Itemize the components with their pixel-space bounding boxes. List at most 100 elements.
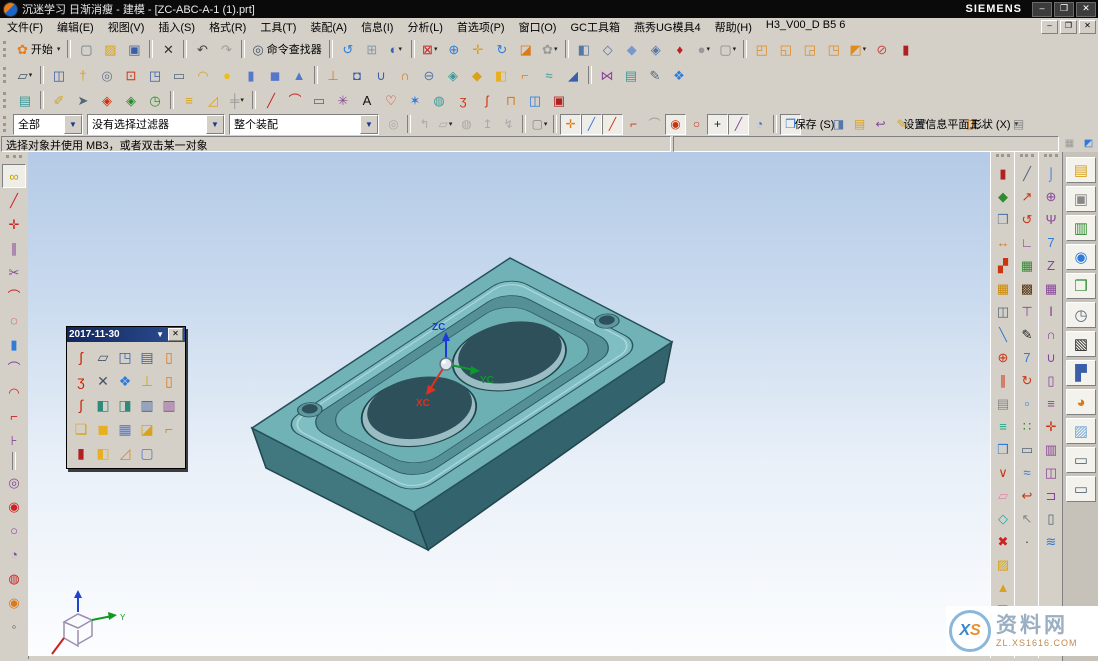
cylinder-tool-button[interactable]: ▮ bbox=[2, 332, 26, 356]
arc-tool-button[interactable]: ⌒ bbox=[2, 284, 26, 308]
modeling-tool-button[interactable]: ↔ bbox=[992, 231, 1015, 254]
unite-button[interactable]: ∪ bbox=[369, 63, 393, 87]
modeling-tool-button[interactable]: ▮ bbox=[992, 162, 1015, 185]
modeling-tool-button[interactable]: ▨ bbox=[992, 553, 1015, 576]
datum-plane-button[interactable]: ◫ bbox=[47, 63, 71, 87]
wave-button[interactable]: ▤ bbox=[849, 114, 870, 135]
transform-tool-button[interactable]: ↻ bbox=[1016, 369, 1039, 392]
drafting-tool-button[interactable]: ▦ bbox=[1040, 277, 1063, 300]
section-curve-button[interactable]: ⊓ bbox=[499, 88, 523, 112]
menu-item[interactable]: GC工具箱 bbox=[563, 18, 627, 36]
transform-tool-button[interactable]: ▭ bbox=[1016, 438, 1039, 461]
snapshot-button[interactable]: ✿▾ bbox=[538, 37, 562, 61]
materials-button[interactable]: ▧ bbox=[1066, 331, 1096, 357]
transform-tool-button[interactable]: ≈ bbox=[1016, 461, 1039, 484]
circle-dot-button[interactable]: ◉ bbox=[2, 590, 26, 614]
panel-tool-button[interactable]: ʒ bbox=[69, 369, 93, 393]
modeling-tool-button[interactable]: ◫ bbox=[992, 300, 1015, 323]
polygon-button[interactable]: ✳ bbox=[331, 88, 355, 112]
transform-tool-button[interactable]: ⊤ bbox=[1016, 300, 1039, 323]
edge-blend-button[interactable]: ≈ bbox=[537, 63, 561, 87]
chevron-down-icon[interactable]: ▼ bbox=[360, 115, 378, 134]
midpoint-snap-button[interactable]: ╱ bbox=[602, 114, 623, 135]
transform-tool-button[interactable]: ↩ bbox=[1016, 484, 1039, 507]
background-button[interactable]: ▢▾ bbox=[716, 37, 740, 61]
modeling-tool-button[interactable]: ◆ bbox=[992, 185, 1015, 208]
law-curve-button[interactable]: ♡ bbox=[379, 88, 403, 112]
transform-tool-button[interactable]: ↖ bbox=[1016, 507, 1039, 530]
drafting-tool-button[interactable]: ⊐ bbox=[1040, 484, 1063, 507]
block-button[interactable]: ◼ bbox=[263, 63, 287, 87]
cone-button[interactable]: ▲ bbox=[287, 63, 311, 87]
panel-tool-button[interactable]: ʃ bbox=[69, 345, 93, 369]
arc-button[interactable]: ⌒ bbox=[283, 88, 307, 112]
delete-face-button[interactable]: ⊘ bbox=[870, 37, 894, 61]
intersection-snap-button[interactable]: ⌒ bbox=[644, 114, 665, 135]
refresh-view-button[interactable]: ↺ bbox=[336, 37, 360, 61]
panel-tool-button[interactable]: ◼ bbox=[91, 417, 115, 441]
datum-block-button[interactable]: ▮ bbox=[894, 37, 918, 61]
menu-item[interactable]: 工具(T) bbox=[253, 18, 303, 36]
assembly-load-button[interactable]: ◨ bbox=[828, 114, 849, 135]
panel-tool-button[interactable]: ▢ bbox=[135, 441, 159, 465]
panel-tool-button[interactable]: ✕ bbox=[91, 369, 115, 393]
wave-link-button[interactable]: ◈ bbox=[441, 63, 465, 87]
panel-tool-button[interactable]: ▥ bbox=[135, 393, 159, 417]
new-file-button[interactable]: ▢ bbox=[74, 37, 98, 61]
sweep-button[interactable]: ◆ bbox=[465, 63, 489, 87]
transform-tool-button[interactable]: ✎ bbox=[1016, 323, 1039, 346]
toolbar-options-button[interactable]: ▤ bbox=[1008, 114, 1029, 135]
menu-item[interactable]: 视图(V) bbox=[101, 18, 152, 36]
modeling-tool-button[interactable]: ▱ bbox=[992, 484, 1015, 507]
menu-item[interactable]: 分析(L) bbox=[400, 18, 449, 36]
section-view-button[interactable]: ♦ bbox=[668, 37, 692, 61]
text-button[interactable]: A bbox=[355, 88, 379, 112]
existing-point-snap-button[interactable]: + bbox=[707, 114, 728, 135]
drafting-tool-button[interactable]: Ψ bbox=[1040, 208, 1063, 231]
transform-tool-button[interactable]: ↗ bbox=[1016, 185, 1039, 208]
boss-button[interactable]: ⊥ bbox=[321, 63, 345, 87]
drafting-tool-button[interactable]: ⌡ bbox=[1040, 162, 1063, 185]
menu-item[interactable]: 燕秀UG模具4 bbox=[627, 18, 708, 36]
part-navigator-button[interactable]: ▤ bbox=[13, 88, 37, 112]
transform-tool-button[interactable]: ↺ bbox=[1016, 208, 1039, 231]
endpoint-snap-button[interactable]: ╱ bbox=[581, 114, 602, 135]
drafting-tool-button[interactable]: ◫ bbox=[1040, 461, 1063, 484]
reselect-button[interactable]: ↰ bbox=[414, 114, 435, 135]
window-layout-b-button[interactable]: ▭ bbox=[1066, 476, 1096, 502]
menu-item[interactable]: 信息(I) bbox=[354, 18, 400, 36]
extrude-button[interactable]: ◳ bbox=[143, 63, 167, 87]
drafting-tool-button[interactable]: Ⅰ bbox=[1040, 300, 1063, 323]
floating-panel-titlebar[interactable]: 2017-11-30 ▼ ✕ bbox=[67, 327, 185, 342]
chevron-down-icon[interactable]: ▼ bbox=[156, 330, 164, 339]
undo-button[interactable]: ↶ bbox=[190, 37, 214, 61]
quick-trim-button[interactable]: ⊦ bbox=[2, 428, 26, 452]
sphere-button[interactable]: ● bbox=[215, 63, 239, 87]
wireframe-view-button[interactable]: ◇ bbox=[596, 37, 620, 61]
chevron-down-icon[interactable]: ▾ bbox=[398, 45, 402, 53]
modeling-tool-button[interactable]: ✖ bbox=[992, 530, 1015, 553]
transform-tool-button[interactable]: ∷ bbox=[1016, 415, 1039, 438]
transform-tool-button[interactable]: ╱ bbox=[1016, 162, 1039, 185]
panel-tool-button[interactable]: ◧ bbox=[91, 441, 115, 465]
close-button[interactable]: ✕ bbox=[1076, 2, 1096, 17]
expand-button[interactable]: ◩ bbox=[1079, 136, 1098, 152]
open-file-button[interactable]: ▨ bbox=[98, 37, 122, 61]
project-curve-button[interactable]: ✶ bbox=[403, 88, 427, 112]
part-navigator-button[interactable]: ▥ bbox=[1066, 215, 1096, 241]
transform-tool-button[interactable]: ▫ bbox=[1016, 392, 1039, 415]
cylinder-button[interactable]: ▮ bbox=[239, 63, 263, 87]
drafting-tool-button[interactable]: ✛ bbox=[1040, 415, 1063, 438]
child-restore-button[interactable]: ❐ bbox=[1060, 20, 1077, 34]
transform-tool-button[interactable]: 7 bbox=[1016, 346, 1039, 369]
trim-body-button[interactable]: ⋈ bbox=[595, 63, 619, 87]
drafting-tool-button[interactable]: ▯ bbox=[1040, 507, 1063, 530]
point-button[interactable]: ◎ bbox=[95, 63, 119, 87]
arc-point-button[interactable]: ◠ bbox=[2, 380, 26, 404]
panel-tool-button[interactable]: ▮ bbox=[69, 441, 93, 465]
chevron-down-icon[interactable]: ▾ bbox=[733, 45, 737, 53]
trim-button[interactable]: ✂ bbox=[2, 260, 26, 284]
chevron-down-icon[interactable]: ▾ bbox=[706, 45, 710, 53]
modeling-tool-button[interactable]: ≡ bbox=[992, 415, 1015, 438]
shell-button[interactable]: ◧ bbox=[489, 63, 513, 87]
